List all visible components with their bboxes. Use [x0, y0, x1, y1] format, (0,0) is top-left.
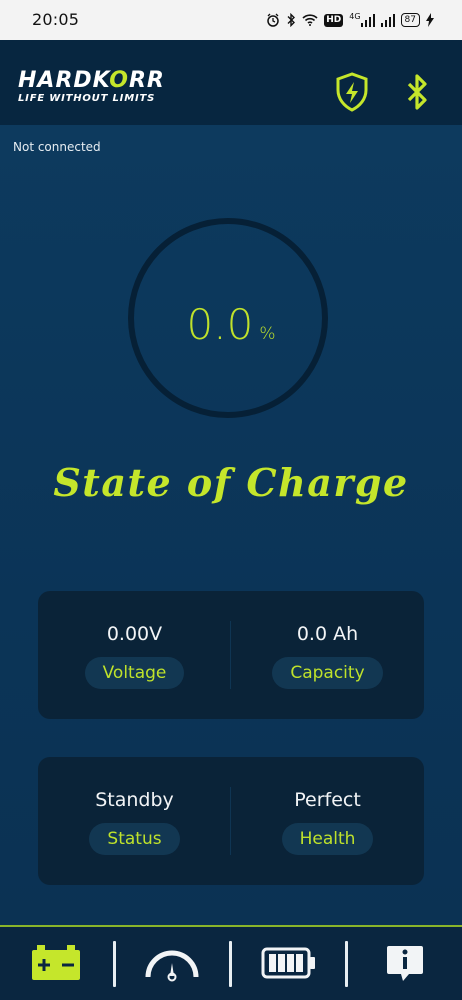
- status-icons: HD 4G 87: [266, 11, 434, 29]
- health-value: Perfect: [294, 789, 361, 811]
- status-bar: 20:05 HD 4G 87: [0, 0, 462, 40]
- status-health-card: Standby Status Perfect Health: [38, 757, 424, 885]
- bottom-nav: [0, 925, 462, 1000]
- capacity-cell: 0.0 Ah Capacity: [231, 591, 424, 719]
- info-icon[interactable]: [375, 941, 435, 985]
- voltage-value: 0.00V: [106, 623, 163, 645]
- status-label: Status: [89, 823, 180, 855]
- hd-badge: HD: [324, 13, 344, 27]
- shield-charge-icon[interactable]: [334, 72, 370, 112]
- health-label: Health: [281, 823, 374, 855]
- status-time: 20:05: [32, 10, 80, 29]
- connection-status: Not connected: [13, 140, 101, 154]
- soc-unit: %: [259, 324, 276, 344]
- wifi-icon: [302, 11, 318, 29]
- brand-part-2: O: [109, 68, 129, 93]
- bluetooth-icon[interactable]: [402, 72, 432, 112]
- brand-part-3: RR: [128, 68, 165, 93]
- signal-icon: 4G: [349, 11, 375, 29]
- battery-icon[interactable]: [26, 941, 86, 985]
- voltage-capacity-card: 0.00V Voltage 0.0 Ah Capacity: [38, 591, 424, 719]
- voltage-label: Voltage: [84, 657, 185, 689]
- nav-separator: [229, 941, 232, 987]
- capacity-label: Capacity: [272, 657, 383, 689]
- status-cell: Standby Status: [38, 757, 231, 885]
- battery-status: 87: [400, 13, 420, 27]
- alarm-icon: [266, 11, 280, 29]
- soc-value-number: 0.0: [186, 300, 254, 349]
- brand-name: HARDKORR: [18, 70, 165, 92]
- bluetooth-status-icon: [286, 11, 296, 29]
- brand-tagline: LIFE WITHOUT LIMITS: [18, 93, 156, 104]
- voltage-cell: 0.00V Voltage: [38, 591, 231, 719]
- soc-title: State of Charge: [53, 460, 409, 505]
- health-cell: Perfect Health: [231, 757, 424, 885]
- status-value: Standby: [95, 789, 174, 811]
- signal-label: 4G: [349, 11, 361, 21]
- hardkorr-logo: HARDKORR LIFE WITHOUT LIMITS: [18, 70, 165, 105]
- signal-icon-2: [380, 11, 395, 29]
- charging-icon: [426, 11, 434, 29]
- battery-level-icon[interactable]: [259, 941, 319, 985]
- main-content: Not connected 0.0% State of Charge 0.00V…: [0, 125, 462, 925]
- speedometer-icon[interactable]: [142, 941, 202, 985]
- capacity-value: 0.0 Ah: [296, 623, 359, 645]
- soc-value: 0.0%: [0, 300, 462, 349]
- nav-separator: [113, 941, 116, 987]
- nav-separator: [345, 941, 348, 987]
- app-header: HARDKORR LIFE WITHOUT LIMITS: [0, 40, 462, 125]
- brand-part-1: HARDK: [18, 68, 110, 93]
